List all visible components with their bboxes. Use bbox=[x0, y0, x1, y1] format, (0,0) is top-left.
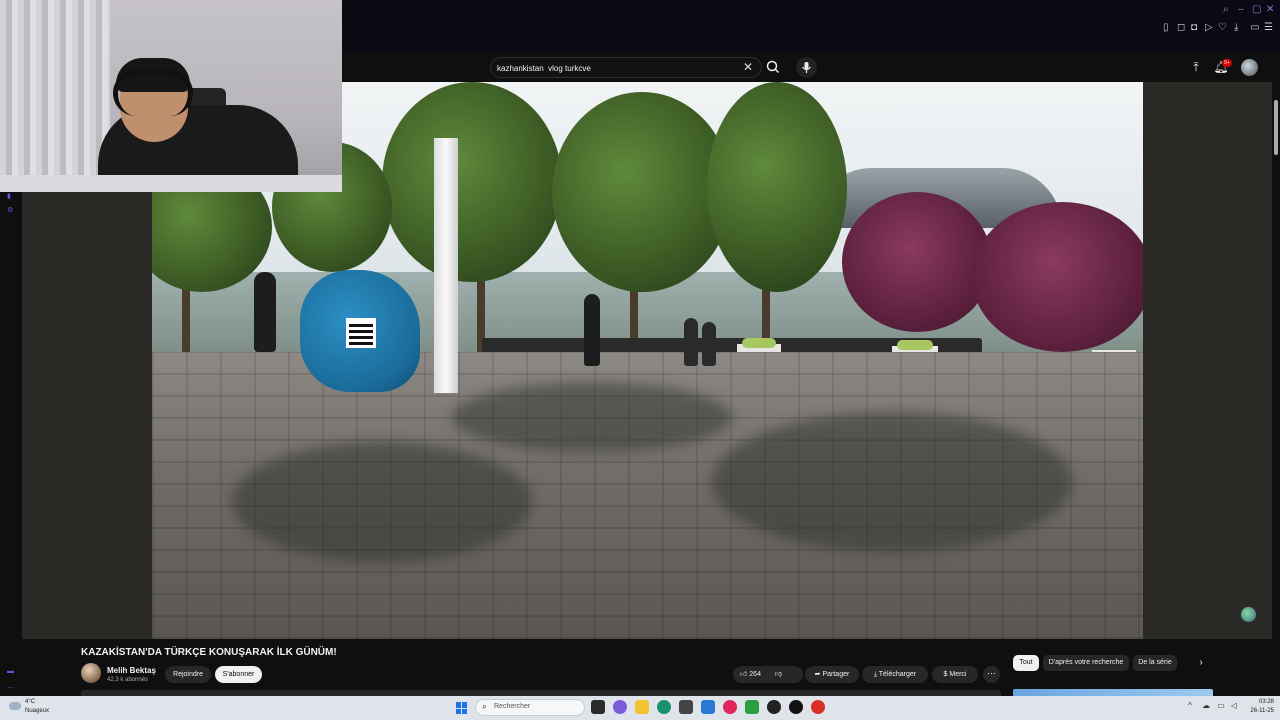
settings-icon[interactable]: ⚙ bbox=[7, 206, 15, 214]
chrome-icon[interactable] bbox=[811, 700, 825, 714]
chevron-right-icon[interactable]: › bbox=[1194, 656, 1208, 670]
microphone-icon bbox=[802, 62, 811, 73]
planter-flowers bbox=[742, 338, 776, 348]
like-dislike-group[interactable]: 👍︎ 264 👎︎ bbox=[733, 666, 803, 683]
subscribe-button[interactable]: S'abonner bbox=[215, 666, 262, 683]
account-avatar[interactable] bbox=[1241, 59, 1258, 76]
webcam-overlay bbox=[0, 0, 342, 192]
pedestrian bbox=[684, 318, 698, 366]
search-button[interactable] bbox=[762, 57, 784, 78]
share-label: Partager bbox=[822, 671, 850, 678]
media-icon[interactable] bbox=[767, 700, 781, 714]
planter-flowers bbox=[897, 340, 933, 350]
upload-icon[interactable]: ⤒ bbox=[1187, 58, 1205, 76]
tree-shadow bbox=[712, 412, 1072, 552]
video-title: KAZAKİSTAN'DA TÜRKÇE KONUŞARAK İLK GÜNÜM… bbox=[81, 647, 337, 658]
tree-shadow bbox=[452, 382, 732, 452]
thanks-button[interactable]: $ Merci bbox=[932, 666, 978, 683]
thumbs-down-icon[interactable]: 👎︎ bbox=[775, 671, 782, 678]
more-actions-button[interactable]: ⋯ bbox=[983, 666, 1000, 683]
weather-temperature[interactable]: 4°C bbox=[25, 699, 35, 705]
file-explorer-icon[interactable] bbox=[635, 700, 649, 714]
search-icon: ⌕ bbox=[482, 701, 488, 711]
pedestrian bbox=[702, 322, 716, 366]
chip-from-series[interactable]: De la série bbox=[1133, 655, 1177, 671]
rail-icon[interactable]: ▮ bbox=[7, 192, 15, 200]
download-icon[interactable]: ⤓ bbox=[1234, 22, 1238, 33]
like-count: 264 bbox=[749, 671, 761, 678]
video-pillarbox-right bbox=[1143, 82, 1272, 639]
opera-icon[interactable] bbox=[723, 700, 737, 714]
task-view-icon[interactable] bbox=[591, 700, 605, 714]
purple-tree bbox=[972, 202, 1143, 352]
maximize-icon[interactable]: ▢ bbox=[1252, 4, 1261, 15]
rail-icon[interactable]: ▬ bbox=[7, 668, 15, 676]
notification-badge: 9+ bbox=[1222, 59, 1232, 67]
subscriber-count: 42,3 k abonnés bbox=[107, 677, 149, 683]
spreadsheet-icon[interactable] bbox=[745, 700, 759, 714]
download-button[interactable]: ⤓ Télécharger bbox=[862, 666, 928, 683]
pedestrian bbox=[254, 272, 276, 352]
chip-all[interactable]: Tout bbox=[1013, 655, 1039, 671]
wallet-icon[interactable]: ▭ bbox=[1250, 22, 1259, 33]
store-icon[interactable] bbox=[679, 700, 693, 714]
play-icon[interactable]: ▷ bbox=[1205, 22, 1213, 33]
tree-shadow bbox=[232, 442, 532, 562]
clock-date[interactable]: 26-11-25 bbox=[1246, 708, 1274, 714]
bookmark-icon[interactable]: ◻ bbox=[1177, 22, 1185, 33]
chip-from-search[interactable]: D'après votre recherche bbox=[1043, 655, 1129, 671]
channel-avatar[interactable] bbox=[81, 663, 101, 683]
tree bbox=[382, 82, 562, 282]
join-button[interactable]: Rejoindre bbox=[165, 666, 211, 683]
headset-icon bbox=[113, 70, 193, 116]
clock-time[interactable]: 03:28 bbox=[1252, 699, 1274, 705]
edge-icon[interactable] bbox=[657, 700, 671, 714]
more-icon[interactable]: ⋯ bbox=[7, 684, 15, 692]
search-icon bbox=[766, 60, 780, 74]
minimize-icon[interactable]: – bbox=[1238, 4, 1244, 15]
search-icon[interactable]: ⌕ bbox=[1223, 4, 1229, 15]
left-sidebar-rail: ▮ ⚙ ▬ ⋯ bbox=[0, 192, 22, 696]
share-button[interactable]: ➦ Partager bbox=[805, 666, 859, 683]
video-pillarbox-left bbox=[22, 192, 152, 639]
weather-description[interactable]: Nuageux bbox=[25, 708, 49, 714]
cloud-icon[interactable] bbox=[9, 702, 21, 710]
webcam-desk bbox=[0, 175, 342, 192]
chatgpt-icon[interactable] bbox=[789, 700, 803, 714]
voice-search-button[interactable] bbox=[796, 57, 817, 78]
extension-icon[interactable]: ▯ bbox=[1163, 22, 1169, 33]
copilot-icon[interactable] bbox=[613, 700, 627, 714]
volume-icon[interactable]: ◁ bbox=[1229, 701, 1239, 711]
mail-icon[interactable] bbox=[701, 700, 715, 714]
taskbar-search-placeholder: Rechercher bbox=[494, 703, 531, 710]
tree bbox=[552, 92, 732, 292]
chevron-up-icon[interactable]: ^ bbox=[1185, 701, 1195, 711]
recommended-thumbnail[interactable] bbox=[1013, 689, 1213, 696]
tree bbox=[707, 82, 847, 292]
windows-icon bbox=[456, 702, 461, 708]
clear-search-button[interactable]: ✕ bbox=[741, 59, 755, 75]
purple-tree bbox=[842, 192, 992, 332]
thumbs-up-icon[interactable]: 👍︎ bbox=[740, 671, 747, 678]
search-box[interactable] bbox=[490, 57, 762, 78]
start-button[interactable] bbox=[456, 702, 468, 714]
cloud-sync-icon[interactable]: ☁ bbox=[1201, 701, 1211, 711]
download-label: Télécharger bbox=[878, 671, 917, 678]
search-input[interactable] bbox=[497, 61, 737, 75]
close-icon[interactable]: ✕ bbox=[1266, 4, 1274, 15]
channel-name[interactable]: Melih Bektaş bbox=[107, 666, 156, 675]
webcam-curtain bbox=[0, 0, 110, 175]
menu-icon[interactable]: ☰ bbox=[1264, 22, 1273, 33]
scrollbar-thumb[interactable] bbox=[1274, 100, 1278, 155]
globe-icon[interactable] bbox=[1241, 607, 1256, 622]
thanks-label: Merci bbox=[949, 671, 967, 678]
qr-code bbox=[346, 318, 376, 348]
pedestrian bbox=[584, 294, 600, 366]
display-icon[interactable]: ▭ bbox=[1216, 701, 1226, 711]
white-pole bbox=[434, 138, 458, 393]
shield-icon[interactable]: ◘ bbox=[1191, 22, 1197, 33]
heart-icon[interactable]: ♡ bbox=[1218, 22, 1227, 33]
